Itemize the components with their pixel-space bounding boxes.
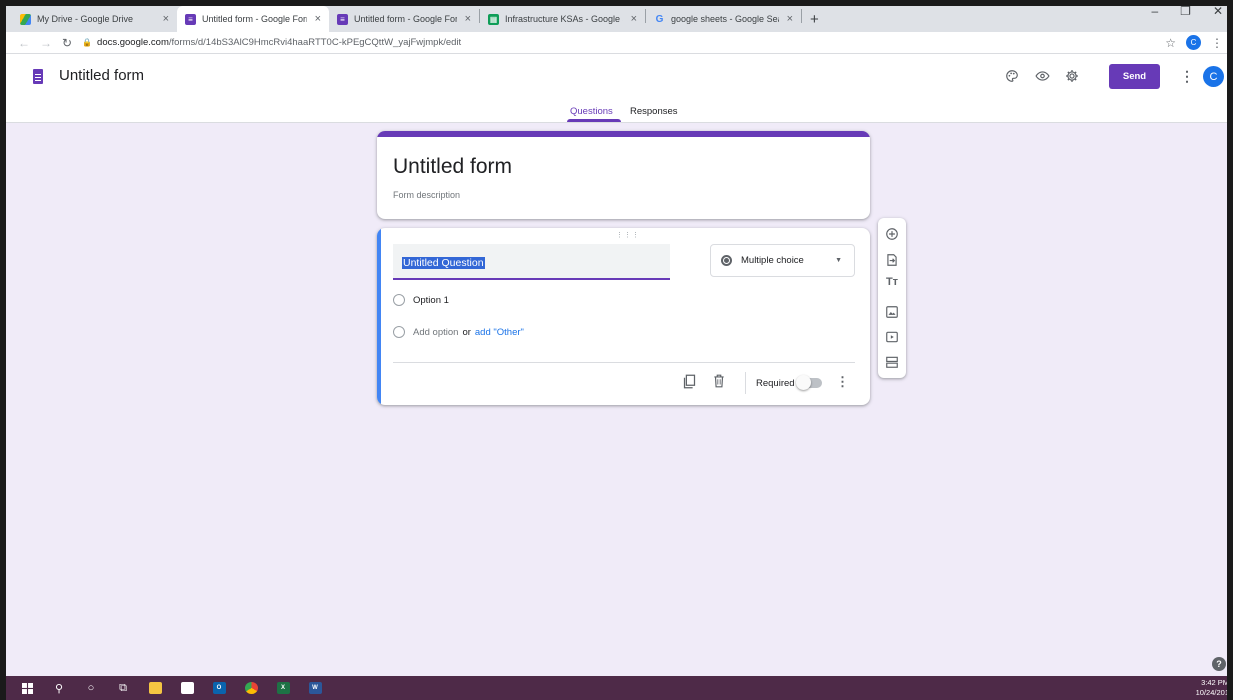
settings-gear-icon[interactable]: [1065, 69, 1079, 83]
browser-profile-avatar[interactable]: C: [1186, 35, 1201, 50]
url-path: /forms/d/14bS3AlC9HmcRvi4haaRTT0C-kPEgCQ…: [168, 37, 462, 48]
google-forms-icon: ≡: [337, 13, 348, 25]
dropdown-caret-icon: ▼: [835, 257, 842, 264]
url-host: docs.google.com: [97, 37, 169, 48]
tab-title: Untitled form - Google Forms: [202, 14, 307, 24]
back-arrow-icon[interactable]: ←: [18, 36, 30, 50]
close-tab-icon[interactable]: ×: [787, 13, 793, 25]
drag-handle-icon[interactable]: ⋮⋮⋮: [616, 231, 640, 239]
browser-tab-search[interactable]: G google sheets - Google Search ×: [646, 6, 801, 32]
or-label: or: [462, 326, 471, 338]
required-toggle[interactable]: [796, 375, 822, 390]
clock-time: 3:42 PM: [1201, 678, 1229, 687]
search-icon[interactable]: ⚲: [44, 676, 74, 700]
tab-title: Untitled form - Google Forms: [354, 14, 457, 24]
tab-title: My Drive - Google Drive: [37, 14, 134, 24]
form-title-field[interactable]: Untitled form: [393, 155, 512, 179]
add-other-link[interactable]: add "Other": [475, 327, 524, 338]
reload-icon[interactable]: ↻: [62, 36, 72, 50]
question-type-label: Multiple choice: [741, 255, 804, 266]
forward-arrow-icon[interactable]: →: [40, 36, 52, 50]
question-title-field[interactable]: Untitled Question: [393, 244, 670, 280]
question-type-dropdown[interactable]: Multiple choice ▼: [710, 244, 855, 277]
browser-tabstrip: My Drive - Google Drive × ≡ Untitled for…: [0, 0, 1233, 32]
close-tab-icon[interactable]: ×: [631, 13, 637, 25]
tab-responses[interactable]: Responses: [630, 106, 678, 117]
question-more-icon[interactable]: ⋮: [836, 374, 849, 390]
tab-title: google sheets - Google Search: [671, 14, 779, 24]
tab-questions[interactable]: Questions: [570, 106, 613, 117]
form-name[interactable]: Untitled form: [59, 67, 144, 84]
question-footer-divider: [393, 362, 855, 363]
help-icon[interactable]: ?: [1212, 657, 1226, 671]
import-questions-icon[interactable]: [878, 253, 906, 267]
forms-logo-icon[interactable]: [33, 69, 43, 84]
option-row[interactable]: Option 1: [393, 294, 449, 306]
option-label[interactable]: Option 1: [413, 295, 449, 306]
delete-trash-icon[interactable]: [713, 374, 725, 388]
restore-icon[interactable]: ❐: [1180, 4, 1191, 18]
form-title-card: Untitled form Form description: [377, 131, 870, 219]
palette-icon[interactable]: [1005, 69, 1019, 83]
browser-menu-icon[interactable]: ⋮: [1211, 36, 1223, 50]
more-options-icon[interactable]: ⋮: [1180, 68, 1194, 85]
radio-circle-icon: [393, 294, 405, 306]
radio-circle-icon: [393, 326, 405, 338]
forms-header: Untitled form Send ⋮ C Questions Respons…: [0, 54, 1233, 123]
outlook-icon[interactable]: O: [204, 676, 234, 700]
system-clock[interactable]: 3:42 PM 10/24/201: [1196, 678, 1229, 698]
google-g-icon: G: [655, 13, 664, 25]
windows-start-icon[interactable]: [12, 676, 42, 700]
excel-icon[interactable]: X: [268, 676, 298, 700]
mail-icon[interactable]: [172, 676, 202, 700]
lock-icon[interactable]: 🔒: [82, 38, 92, 47]
browser-tab-drive[interactable]: My Drive - Google Drive ×: [12, 6, 177, 32]
floating-toolbar: Tт: [878, 218, 906, 378]
address-bar: ← → ↻ 🔒 docs.google.com/forms/d/14bS3AlC…: [0, 32, 1233, 54]
minimize-icon[interactable]: –: [1151, 4, 1158, 18]
window-controls: – ❐ ✕: [1151, 4, 1223, 18]
tab-title: Infrastructure KSAs - Google She: [505, 14, 623, 24]
browser-tab-sheets[interactable]: ▦ Infrastructure KSAs - Google She ×: [480, 6, 645, 32]
question-card[interactable]: ⋮⋮⋮ Untitled Question Multiple choice ▼ …: [377, 228, 870, 405]
add-option-link[interactable]: Add option: [413, 327, 458, 338]
clock-date: 10/24/201: [1195, 688, 1229, 697]
required-label: Required: [756, 378, 795, 389]
new-tab-button[interactable]: +: [802, 6, 827, 32]
add-option-row: Add option or add "Other": [393, 326, 524, 338]
windows-taskbar: ⚲ ○ ⧉ O X W 3:42 PM 10/24/201: [0, 676, 1233, 700]
google-forms-icon: ≡: [185, 13, 196, 25]
add-video-icon[interactable]: [878, 330, 906, 344]
footer-separator: [745, 372, 746, 394]
form-description-field[interactable]: Form description: [393, 190, 460, 200]
browser-tab-forms-active[interactable]: ≡ Untitled form - Google Forms ×: [177, 6, 329, 32]
question-title-text: Untitled Question: [402, 257, 485, 269]
duplicate-icon[interactable]: [683, 374, 696, 389]
account-avatar[interactable]: C: [1203, 66, 1224, 87]
browser-tab-forms[interactable]: ≡ Untitled form - Google Forms ×: [329, 6, 479, 32]
add-question-icon[interactable]: [878, 227, 906, 241]
word-icon[interactable]: W: [300, 676, 330, 700]
add-section-icon[interactable]: [878, 355, 906, 369]
close-tab-icon[interactable]: ×: [315, 13, 321, 25]
address-bar-actions: ☆ C ⋮: [1165, 35, 1223, 50]
close-tab-icon[interactable]: ×: [163, 13, 169, 25]
active-tab-indicator: [567, 119, 621, 122]
cortana-icon[interactable]: ○: [76, 676, 106, 700]
add-title-description-icon[interactable]: Tт: [878, 276, 906, 288]
task-view-icon[interactable]: ⧉: [108, 676, 138, 700]
url-field[interactable]: docs.google.com/forms/d/14bS3AlC9HmcRvi4…: [97, 37, 461, 48]
chrome-icon[interactable]: [236, 676, 266, 700]
bookmark-star-icon[interactable]: ☆: [1165, 36, 1176, 50]
preview-eye-icon[interactable]: [1035, 69, 1050, 83]
add-image-icon[interactable]: [878, 305, 906, 319]
close-tab-icon[interactable]: ×: [465, 13, 471, 25]
google-sheets-icon: ▦: [488, 13, 499, 25]
google-drive-icon: [20, 13, 31, 25]
send-button[interactable]: Send: [1109, 64, 1160, 89]
file-explorer-icon[interactable]: [140, 676, 170, 700]
radio-button-icon: [721, 255, 732, 266]
close-window-icon[interactable]: ✕: [1213, 4, 1223, 18]
